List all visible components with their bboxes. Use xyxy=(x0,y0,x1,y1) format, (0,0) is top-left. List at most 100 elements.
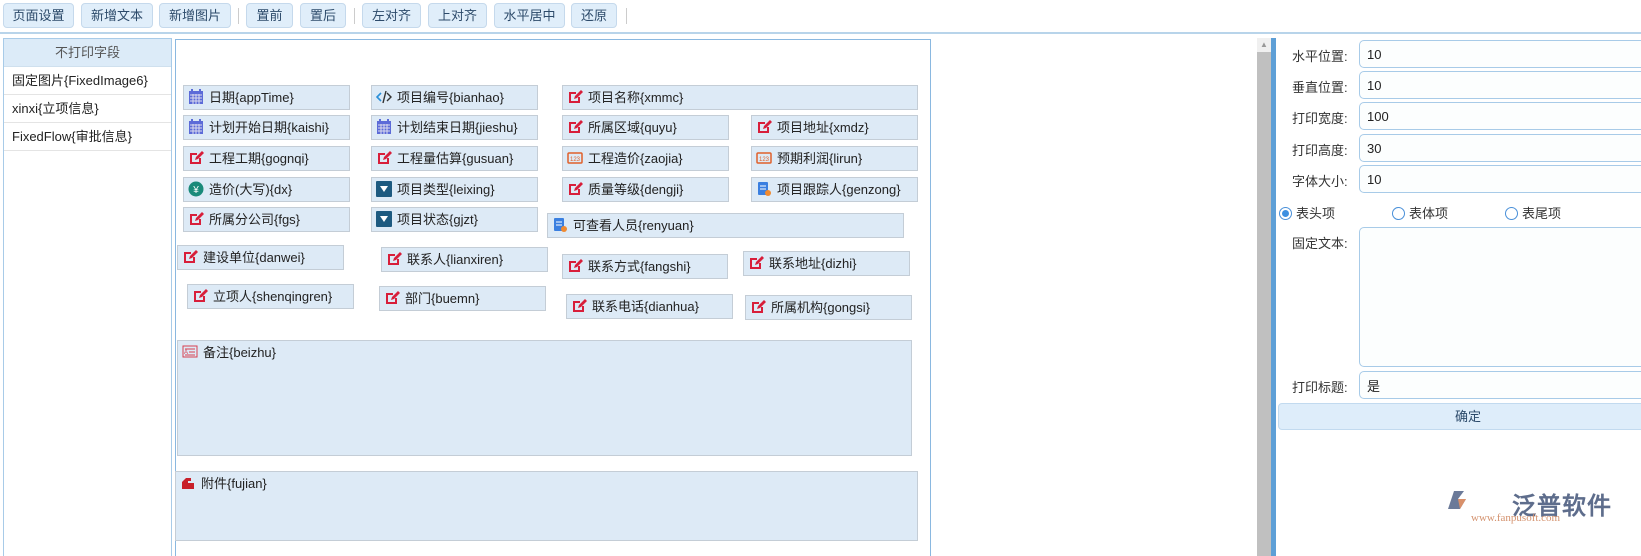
calendar-icon xyxy=(188,89,204,105)
field-item[interactable]: 项目状态{gjzt} xyxy=(371,207,538,232)
edit-icon xyxy=(567,258,583,274)
print-height-input[interactable] xyxy=(1359,134,1641,162)
list-item[interactable]: FixedFlow{审批信息} xyxy=(4,123,171,151)
x-position-label: 水平位置: xyxy=(1292,49,1348,64)
field-item[interactable]: 联系方式{fangshi} xyxy=(562,254,728,279)
field-label: 联系方式{fangshi} xyxy=(588,259,691,274)
vertical-scrollbar[interactable]: ▲ xyxy=(1257,38,1271,556)
field-label: 所属区域{quyu} xyxy=(588,120,677,135)
add-image-button[interactable]: 新增图片 xyxy=(159,3,231,28)
edit-icon xyxy=(182,249,198,265)
send-back-button[interactable]: 置后 xyxy=(300,3,346,28)
center-horizontal-button[interactable]: 水平居中 xyxy=(494,3,565,28)
field-item[interactable]: 123 预期利润{lirun} xyxy=(751,146,918,171)
field-label: 计划结束日期{jieshu} xyxy=(397,120,518,135)
logo-url: www.fanpusoft.com xyxy=(1471,512,1561,524)
field-label: 项目状态{gjzt} xyxy=(397,212,478,227)
field-item[interactable]: ¥ 造价(大写){dx} xyxy=(183,177,350,202)
svg-text:123: 123 xyxy=(570,157,581,163)
calendar-icon xyxy=(376,119,392,135)
font-size-input[interactable] xyxy=(1359,165,1641,193)
user-icon xyxy=(756,181,772,197)
fixed-text-input[interactable] xyxy=(1359,227,1641,367)
scroll-up-icon[interactable]: ▲ xyxy=(1257,38,1271,52)
reset-button[interactable]: 还原 xyxy=(571,3,617,28)
field-item[interactable]: 联系地址{dizhi} xyxy=(743,251,910,276)
field-item[interactable]: 所属机构{gongsi} xyxy=(745,295,912,320)
field-item[interactable]: 质量等级{dengji} xyxy=(562,177,729,202)
field-item[interactable]: 项目名称{xmmc} xyxy=(562,85,918,110)
number-icon: 123 xyxy=(567,150,583,166)
list-item[interactable]: xinxi{立项信息} xyxy=(4,95,171,123)
radio-body[interactable]: 表体项 xyxy=(1392,203,1448,222)
field-item[interactable]: 所属区域{quyu} xyxy=(562,115,729,140)
print-width-input[interactable] xyxy=(1359,102,1641,130)
field-label: 建设单位{danwei} xyxy=(203,250,305,265)
field-item[interactable]: 所属分公司{fgs} xyxy=(183,207,350,232)
page-setup-button[interactable]: 页面设置 xyxy=(3,3,74,28)
field-label: 可查看人员{renyuan} xyxy=(573,218,694,233)
field-item[interactable]: 项目跟踪人{genzong} xyxy=(751,177,918,202)
edit-icon xyxy=(188,211,204,227)
field-label: 质量等级{dengji} xyxy=(588,182,684,197)
calendar-icon xyxy=(188,119,204,135)
field-label: 项目编号{bianhao} xyxy=(397,90,504,105)
svg-text:123: 123 xyxy=(759,157,770,163)
field-label: 造价(大写){dx} xyxy=(209,182,293,197)
confirm-button[interactable]: 确定 xyxy=(1278,403,1641,430)
edit-icon xyxy=(188,150,204,166)
design-canvas[interactable]: 日期{appTime} 项目编号{bianhao} 项目名称{xmmc} 计划开始日期… xyxy=(175,39,931,556)
field-item[interactable]: 计划结束日期{jieshu} xyxy=(371,115,538,140)
field-item[interactable]: 项目地址{xmdz} xyxy=(751,115,918,140)
field-item[interactable]: 123 工程造价{zaojia} xyxy=(562,146,729,171)
field-item[interactable]: 部门{buemn} xyxy=(379,286,546,311)
field-label: 工程造价{zaojia} xyxy=(588,151,683,166)
radio-footer[interactable]: 表尾项 xyxy=(1505,203,1561,222)
list-item[interactable]: 固定图片{FixedImage6} xyxy=(4,67,171,95)
separator xyxy=(238,8,239,24)
align-top-button[interactable]: 上对齐 xyxy=(428,3,487,28)
field-item[interactable]: 计划开始日期{kaishi} xyxy=(183,115,350,140)
field-item[interactable]: 日期{appTime} xyxy=(183,85,350,110)
align-left-button[interactable]: 左对齐 xyxy=(362,3,421,28)
print-title-label: 打印标题: xyxy=(1292,380,1348,395)
x-position-input[interactable] xyxy=(1359,40,1641,68)
bring-front-button[interactable]: 置前 xyxy=(246,3,293,28)
field-label: 附件{fujian} xyxy=(201,476,267,491)
print-title-select[interactable] xyxy=(1359,371,1641,399)
money-icon: ¥ xyxy=(188,181,204,197)
edit-icon xyxy=(567,119,583,135)
field-label: 项目名称{xmmc} xyxy=(588,90,684,105)
field-item[interactable]: A 备注{beizhu} xyxy=(177,340,912,456)
field-item[interactable]: 附件{fujian} xyxy=(175,471,918,541)
svg-text:¥: ¥ xyxy=(192,185,199,196)
logo-mark-icon xyxy=(1448,491,1466,509)
field-item[interactable]: 项目类型{leixing} xyxy=(371,177,538,202)
add-text-button[interactable]: 新增文本 xyxy=(81,3,153,28)
radio-icon xyxy=(1505,207,1518,220)
field-item[interactable]: 联系人{lianxiren} xyxy=(381,247,548,272)
field-item[interactable]: 工程工期{gognqi} xyxy=(183,146,350,171)
field-label: 备注{beizhu} xyxy=(203,345,276,360)
field-item[interactable]: 联系电话{dianhua} xyxy=(566,294,733,319)
field-label: 所属分公司{fgs} xyxy=(209,212,301,227)
field-label: 项目跟踪人{genzong} xyxy=(777,182,901,197)
field-label: 联系人{lianxiren} xyxy=(407,252,504,267)
y-position-input[interactable] xyxy=(1359,71,1641,99)
field-item[interactable]: 立项人{shenqingren} xyxy=(187,284,354,309)
field-item[interactable]: 工程量估算{gusuan} xyxy=(371,146,538,171)
field-label: 计划开始日期{kaishi} xyxy=(209,120,329,135)
field-label: 项目类型{leixing} xyxy=(397,182,495,197)
field-label: 预期利润{lirun} xyxy=(777,151,863,166)
field-item[interactable]: 建设单位{danwei} xyxy=(177,245,344,270)
radio-header[interactable]: 表头项 xyxy=(1279,203,1335,222)
number-icon: 123 xyxy=(756,150,772,166)
field-label: 联系电话{dianhua} xyxy=(592,299,699,314)
edit-icon xyxy=(386,251,402,267)
edit-icon xyxy=(571,298,587,314)
field-item[interactable]: 可查看人员{renyuan} xyxy=(547,213,904,238)
field-label: 工程量估算{gusuan} xyxy=(397,151,514,166)
field-item[interactable]: 项目编号{bianhao} xyxy=(371,85,538,110)
field-label: 立项人{shenqingren} xyxy=(213,289,333,304)
edit-icon xyxy=(384,290,400,306)
